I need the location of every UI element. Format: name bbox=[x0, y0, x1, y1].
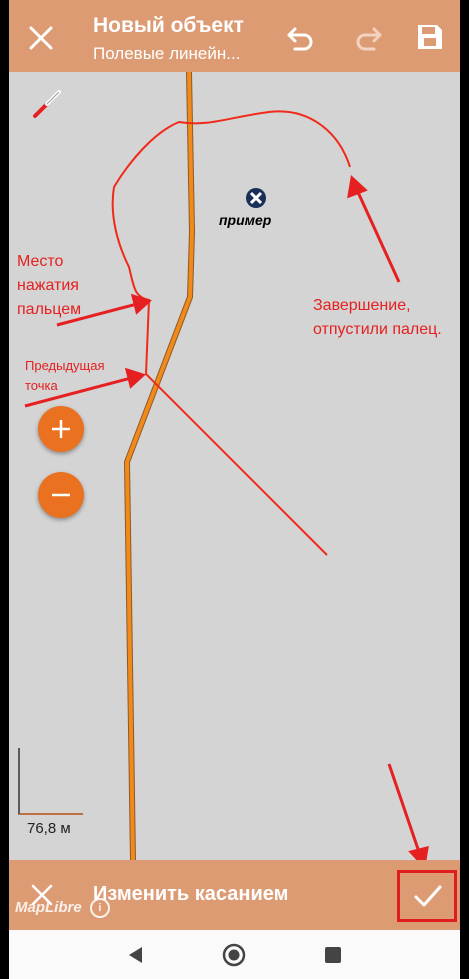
zoom-in-button[interactable] bbox=[38, 406, 84, 452]
annotation-finish: Завершение, отпустили палец. bbox=[313, 297, 442, 338]
object-title: Новый объект bbox=[93, 14, 244, 37]
route-line bbox=[123, 72, 196, 860]
maplibre-logo-text: MapLibre bbox=[15, 898, 82, 916]
system-nav-bar bbox=[9, 930, 460, 979]
app-screen: Новый объект Полевые линейн... пример Ме… bbox=[9, 0, 460, 979]
recents-icon[interactable] bbox=[320, 942, 346, 968]
confirm-button[interactable] bbox=[397, 870, 457, 922]
top-toolbar: Новый объект Полевые линейн... bbox=[9, 0, 460, 72]
scale-label: 76,8 м bbox=[27, 820, 71, 837]
redo-icon[interactable] bbox=[351, 20, 385, 54]
undo-icon[interactable] bbox=[284, 20, 318, 54]
home-icon[interactable] bbox=[221, 942, 247, 968]
info-icon[interactable]: i bbox=[89, 898, 110, 918]
zoom-out-button[interactable] bbox=[38, 472, 84, 518]
compass-icon[interactable] bbox=[27, 84, 67, 124]
edit-mode-title: Изменить касанием bbox=[93, 883, 289, 905]
route-line-fill bbox=[124, 72, 195, 860]
save-icon[interactable] bbox=[413, 20, 447, 54]
poi-marker-icon[interactable] bbox=[245, 187, 267, 209]
poi-label: пример bbox=[219, 212, 272, 228]
maplibre-attribution[interactable]: MapLibre i bbox=[15, 898, 110, 918]
map-view[interactable]: пример Место нажатия пальцем Предыдущая … bbox=[9, 72, 460, 860]
close-icon[interactable] bbox=[25, 22, 57, 54]
back-icon[interactable] bbox=[122, 942, 148, 968]
object-layer-subtitle: Полевые линейн... bbox=[93, 44, 241, 63]
annotation-finger-place: Место нажатия пальцем bbox=[17, 253, 82, 318]
check-icon bbox=[414, 885, 442, 907]
edit-mode-toolbar: Изменить касанием bbox=[9, 860, 460, 930]
annotation-arrows bbox=[24, 175, 429, 860]
annotation-previous-point: Предыдущая точка bbox=[25, 358, 105, 393]
scale-bar bbox=[18, 748, 83, 815]
map-overlay bbox=[18, 72, 429, 860]
